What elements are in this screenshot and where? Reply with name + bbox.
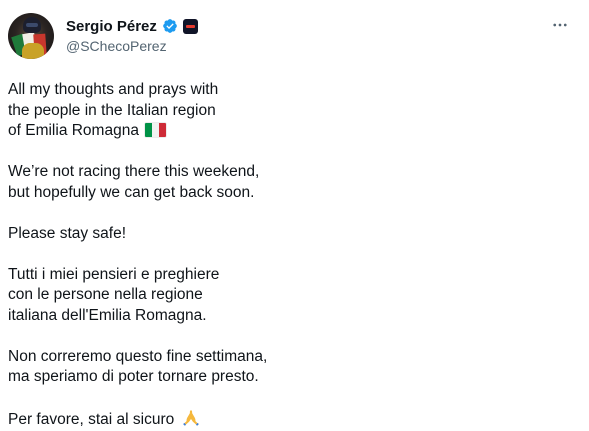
author-name-row: Sergio Pérez — [66, 16, 198, 36]
tweet-line: We’re not racing there this weekend, — [8, 163, 260, 180]
tweet-line: italiana dell'Emilia Romagna. — [8, 306, 207, 324]
author-display-name[interactable]: Sergio Pérez — [66, 18, 157, 35]
folded-hands-icon — [182, 410, 199, 426]
tweet-line-text: of Emilia Romagna — [8, 122, 139, 139]
tweet-text: All my thoughts and prays with the peopl… — [8, 80, 568, 431]
tweet-paragraph: Tutti i miei pensieri e preghiere con le… — [8, 265, 568, 327]
tweet-line: the people in the Italian region — [8, 101, 216, 119]
tweet-line: Please stay safe! — [8, 224, 127, 242]
author-handle[interactable]: @SChecoPerez — [66, 38, 167, 54]
tweet-card: Sergio Pérez @SChecoPerez All my thought… — [0, 0, 589, 428]
avatar[interactable] — [8, 13, 54, 59]
tweet-paragraph: We’re not racing there this weekend, but… — [8, 162, 568, 203]
tweet-line: ma speriamo di poter tornare presto. — [8, 368, 259, 385]
team-affiliate-badge-icon[interactable] — [182, 18, 198, 34]
tweet-line: Non correremo questo fine settimana, — [8, 347, 268, 365]
tweet-line-text: Per favore, stai al sicuro — [8, 411, 175, 428]
tweet-line: Tutti i miei pensieri e preghiere — [8, 265, 220, 283]
more-options-button[interactable] — [549, 14, 571, 36]
tweet-paragraph: Non correremo questo fine settimana, ma … — [8, 347, 568, 388]
italy-flag-icon — [145, 123, 167, 137]
verified-badge-icon[interactable] — [162, 18, 178, 34]
tweet-paragraph: Per favore, stai al sicuro — [8, 408, 568, 431]
tweet-line-with-emoji: Per favore, stai al sicuro — [8, 408, 568, 431]
tweet-paragraph: All my thoughts and prays with the peopl… — [8, 80, 568, 142]
tweet-line-with-flag: of Emilia Romagna — [8, 121, 568, 142]
more-options-icon — [553, 23, 567, 27]
tweet-paragraph: Please stay safe! — [8, 224, 568, 245]
tweet-line: con le persone nella regione — [8, 286, 203, 303]
tweet-line: All my thoughts and prays with — [8, 81, 219, 98]
tweet-line: but hopefully we can get back soon. — [8, 183, 255, 201]
